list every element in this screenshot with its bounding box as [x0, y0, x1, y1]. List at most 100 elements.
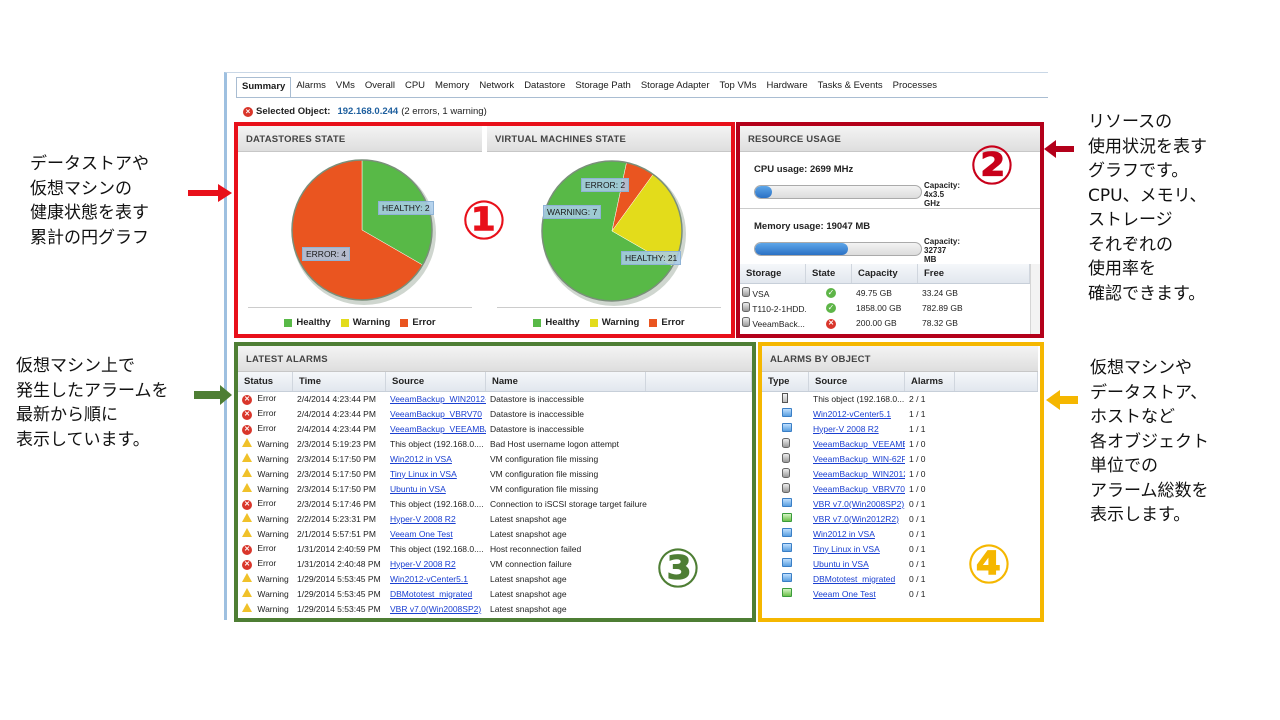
- object-source[interactable]: VeeamBackup_VEEAMBAR: [809, 439, 905, 449]
- arrow-left-darkred-icon: [1044, 140, 1074, 158]
- alarm-row[interactable]: Warning 2/3/2014 5:17:50 PM Tiny Linux in …: [238, 466, 752, 481]
- object-source[interactable]: Hyper-V 2008 R2: [809, 424, 905, 434]
- alarm-source[interactable]: Ubuntu in VSA: [386, 484, 486, 494]
- alarm-source[interactable]: VBR v7.0(Win2008SP2): [386, 604, 486, 614]
- object-row[interactable]: This object (192.168.0.... 2 / 1: [762, 391, 1038, 406]
- alarm-row[interactable]: Warning 2/3/2014 5:17:50 PM Win2012 in VSA…: [238, 451, 752, 466]
- arrow-left-yellow-icon: [1046, 390, 1078, 410]
- alarm-status: Warning: [238, 588, 293, 599]
- object-source[interactable]: VeeamBackup_VBRV70: [809, 484, 905, 494]
- alarm-source[interactable]: VeeamBackup_WIN2012-VE: [386, 394, 486, 404]
- col-status[interactable]: Status: [238, 372, 293, 391]
- alarm-source[interactable]: Hyper-V 2008 R2: [386, 559, 486, 569]
- object-source[interactable]: VBR v7.0(Win2008SP2): [809, 499, 905, 509]
- object-row[interactable]: Win2012-vCenter5.1 1 / 1: [762, 406, 1038, 421]
- storage-state: ✓: [806, 287, 852, 298]
- alarm-status: ✕ Error: [238, 558, 293, 570]
- object-source[interactable]: VBR v7.0(Win2012R2): [809, 514, 905, 524]
- tab-summary[interactable]: Summary: [236, 77, 292, 97]
- alarm-status-text: Error: [255, 497, 277, 508]
- alarm-source[interactable]: Win2012-vCenter5.1: [386, 574, 486, 584]
- alarm-row[interactable]: Warning 2/3/2014 5:17:50 PM Ubuntu in VSA V…: [238, 481, 752, 496]
- alarm-row[interactable]: Warning 2/3/2014 5:19:23 PM This object (1…: [238, 436, 752, 451]
- alarm-name: VM configuration file missing: [490, 453, 599, 464]
- tab-storage-path[interactable]: Storage Path: [570, 77, 635, 97]
- alarm-source[interactable]: Win2012 in VSA: [386, 454, 486, 464]
- object-source[interactable]: VeeamBackup_WIN-62PAC: [809, 454, 905, 464]
- legend-item-healthy: Healthy: [533, 317, 580, 328]
- alarm-row[interactable]: Warning 2/2/2014 5:23:31 PM Hyper-V 2008 R…: [238, 511, 752, 526]
- memory-capacity-value: 32737: [924, 246, 947, 255]
- alarm-name: Datastore is inaccessible: [490, 423, 585, 434]
- tab-vms[interactable]: VMs: [331, 77, 360, 97]
- tab-overall[interactable]: Overall: [360, 77, 400, 97]
- col-storage[interactable]: Storage: [740, 264, 806, 283]
- tab-cpu[interactable]: CPU: [400, 77, 430, 97]
- col-source[interactable]: Source: [809, 372, 905, 391]
- object-type: [762, 452, 809, 465]
- alarm-row[interactable]: Warning 1/29/2014 5:53:45 PM VBR v7.0(Win2…: [238, 601, 752, 614]
- col-alarms[interactable]: Alarms: [905, 372, 955, 391]
- col-state[interactable]: State: [806, 264, 852, 283]
- alarm-row[interactable]: ✕ Error 2/4/2014 4:23:44 PM VeeamBackup_WI…: [238, 391, 752, 406]
- object-source[interactable]: Ubuntu in VSA: [809, 559, 905, 569]
- alarm-source[interactable]: Tiny Linux in VSA: [386, 469, 486, 479]
- object-row[interactable]: Hyper-V 2008 R2 1 / 1: [762, 421, 1038, 436]
- selected-object-value[interactable]: 192.168.0.244: [337, 106, 398, 117]
- datastore-icon: [742, 286, 750, 297]
- col-capacity[interactable]: Capacity: [852, 264, 918, 283]
- alarm-source[interactable]: DBMototest_migrated: [386, 589, 486, 599]
- object-source[interactable]: Veeam One Test: [809, 589, 905, 599]
- col-blank: [955, 372, 1038, 391]
- storage-row[interactable]: VeeamBack... ✕ 200.00 GB 78.32 GB: [740, 315, 1030, 330]
- tab-alarms[interactable]: Alarms: [291, 77, 331, 97]
- col-time[interactable]: Time: [293, 372, 386, 391]
- object-source[interactable]: Tiny Linux in VSA: [809, 544, 905, 554]
- object-row[interactable]: VeeamBackup_WIN-62PAC 1 / 0: [762, 451, 1038, 466]
- alarm-row[interactable]: ✕ Error 2/4/2014 4:23:44 PM VeeamBackup_VB…: [238, 406, 752, 421]
- alarm-source[interactable]: Hyper-V 2008 R2: [386, 514, 486, 524]
- tab-top-vms[interactable]: Top VMs: [715, 77, 762, 97]
- storage-row[interactable]: T110-2-1HDD... ✓ 1858.00 GB 782.89 GB: [740, 300, 1030, 315]
- storage-scrollbar[interactable]: [1030, 264, 1040, 334]
- col-type[interactable]: Type: [762, 372, 809, 391]
- alarm-row[interactable]: ✕ Error 2/3/2014 5:17:46 PM This object (1…: [238, 496, 752, 511]
- note-line: 仮想マシンや: [1090, 358, 1192, 378]
- object-alarms: 1 / 0: [909, 468, 926, 479]
- object-source[interactable]: VeeamBackup_WIN2012-V: [809, 469, 905, 479]
- col-name[interactable]: Name: [486, 372, 646, 391]
- annotation-resource-usage: リソースの 使用状況を表す グラフです。 CPU、メモリ、 ストレージ それぞれ…: [1088, 110, 1207, 306]
- object-row[interactable]: VeeamBackup_VEEAMBAR 1 / 0: [762, 436, 1038, 451]
- tab-network[interactable]: Network: [474, 77, 519, 97]
- alarm-source[interactable]: VeeamBackup_VEEAMBAR_L: [386, 424, 486, 434]
- tab-tasks-events[interactable]: Tasks & Events: [813, 77, 888, 97]
- tab-datastore[interactable]: Datastore: [519, 77, 570, 97]
- tab-hardware[interactable]: Hardware: [761, 77, 812, 97]
- object-alarms: 0 / 1: [909, 543, 926, 554]
- object-type: [762, 543, 809, 554]
- object-row[interactable]: VeeamBackup_WIN2012-V 1 / 0: [762, 466, 1038, 481]
- tab-processes[interactable]: Processes: [888, 77, 942, 97]
- cpu-capacity-label: Capacity:: [924, 181, 961, 190]
- alarm-row[interactable]: ✕ Error 2/4/2014 4:23:44 PM VeeamBackup_VE…: [238, 421, 752, 436]
- alarm-status: ✕ Error: [238, 423, 293, 435]
- object-source[interactable]: Win2012-vCenter5.1: [809, 409, 905, 419]
- object-row[interactable]: VBR v7.0(Win2008SP2) 0 / 1: [762, 496, 1038, 511]
- alarm-source[interactable]: VeeamBackup_VBRV70: [386, 409, 486, 419]
- tab-memory[interactable]: Memory: [430, 77, 474, 97]
- object-alarms: 2 / 1: [909, 393, 926, 404]
- object-row[interactable]: VBR v7.0(Win2012R2) 0 / 1: [762, 511, 1038, 526]
- object-source[interactable]: DBMototest_migrated: [809, 574, 905, 584]
- storage-capacity: 1858.00 GB: [856, 302, 902, 313]
- storage-row[interactable]: VSA ✓ 49.75 GB 33.24 GB: [740, 285, 1030, 300]
- tab-storage-adapter[interactable]: Storage Adapter: [636, 77, 715, 97]
- pie-label-error: ERROR: 4: [302, 247, 351, 261]
- marker-4: ④: [966, 533, 1012, 596]
- object-source[interactable]: Win2012 in VSA: [809, 529, 905, 539]
- object-row[interactable]: VeeamBackup_VBRV70 1 / 0: [762, 481, 1038, 496]
- object-alarms: 1 / 1: [909, 408, 926, 419]
- col-source[interactable]: Source: [386, 372, 486, 391]
- col-free[interactable]: Free: [918, 264, 1030, 283]
- alarm-source[interactable]: Veeam One Test: [386, 529, 486, 539]
- legend-swatch: [400, 318, 409, 327]
